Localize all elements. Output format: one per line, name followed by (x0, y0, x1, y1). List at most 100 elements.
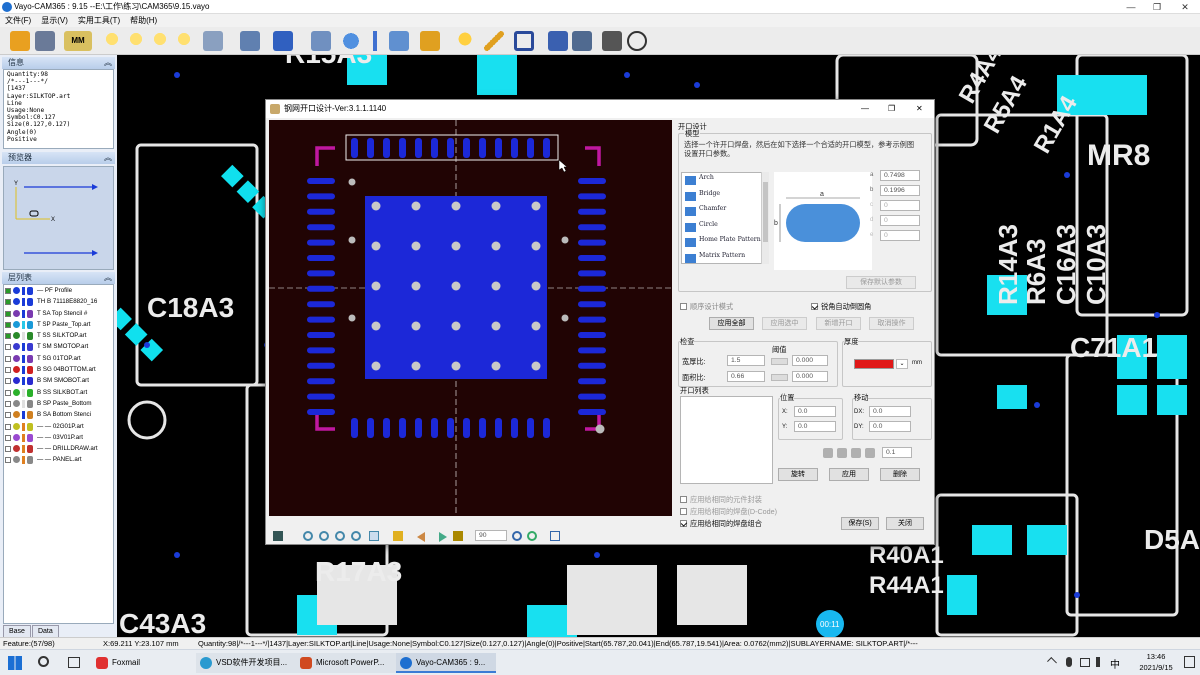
compass-icon[interactable] (627, 31, 647, 51)
rotate-right-icon[interactable] (527, 531, 537, 541)
model-list-scrollbar[interactable] (761, 172, 769, 264)
move-right-icon[interactable] (837, 448, 847, 458)
layer-visible-checkbox[interactable] (5, 367, 11, 374)
layer-color-swatch[interactable] (13, 411, 20, 419)
shape-icon[interactable] (389, 31, 409, 51)
menu-file[interactable]: 文件(F) (0, 14, 36, 27)
export-icon[interactable] (393, 531, 403, 541)
rotate-button[interactable]: 旋转 (778, 468, 818, 481)
tray-chevron-icon[interactable] (1047, 657, 1057, 667)
layer-row[interactable]: — PF Profile (4, 285, 113, 296)
ime-indicator[interactable]: 中 (1110, 656, 1120, 671)
layer-row[interactable]: T SP Paste_Top.art (4, 319, 113, 330)
prev-icon[interactable] (417, 532, 425, 542)
zoom-out-icon[interactable] (128, 31, 148, 51)
layer-visible-checkbox[interactable] (5, 321, 11, 328)
model-list[interactable]: Arch Bridge Chamfer Circle Home Plate Patter… (681, 172, 769, 264)
rotate-view-icon[interactable] (203, 31, 223, 51)
layer-visible-checkbox[interactable] (5, 400, 11, 407)
rotate-left-icon[interactable] (512, 531, 522, 541)
layer-row[interactable]: T SM SMOTOP.art (4, 341, 113, 352)
param-d-input[interactable]: 0 (880, 215, 920, 226)
search-icon[interactable] (38, 656, 49, 667)
save-icon[interactable] (35, 31, 55, 51)
move-down-icon[interactable] (865, 448, 875, 458)
layer-visible-checkbox[interactable] (5, 412, 11, 419)
highlight-icon[interactable] (455, 31, 475, 51)
notifications-icon[interactable] (1184, 656, 1195, 668)
area-threshold-slider[interactable] (771, 374, 788, 381)
apply-selected-button[interactable]: 应用选中 (762, 317, 807, 330)
layer-row[interactable]: — — 03V01P.art (4, 432, 113, 443)
stencil-icon[interactable] (548, 31, 568, 51)
layer-row[interactable]: T SG 01TOP.art (4, 353, 113, 364)
layer-visible-checkbox[interactable] (5, 434, 11, 441)
new-opening-button[interactable]: 新增开口 (816, 317, 861, 330)
layer-color-swatch[interactable] (13, 366, 20, 374)
grid-icon[interactable] (240, 31, 260, 51)
layer-visible-checkbox[interactable] (5, 389, 11, 396)
zoom-in-icon[interactable] (104, 31, 124, 51)
layers-icon[interactable] (273, 31, 293, 51)
binoculars-icon[interactable] (602, 31, 622, 51)
clock-time[interactable]: 13:46 (1134, 652, 1178, 661)
move-left-icon[interactable] (823, 448, 833, 458)
panel-toggle-icon[interactable] (550, 531, 560, 541)
mirror-icon[interactable] (453, 531, 463, 541)
close-button[interactable]: ✕ (1172, 0, 1198, 14)
line-icon[interactable] (365, 31, 385, 51)
layer-row[interactable]: B SM SMOBOT.art (4, 375, 113, 386)
param-e-input[interactable]: 0 (880, 230, 920, 241)
tools-icon[interactable] (572, 31, 592, 51)
layer-row[interactable]: — — DRILLDRAW.art (4, 443, 113, 454)
auto-round-checkbox[interactable] (811, 303, 818, 310)
unit-selector[interactable]: MM (64, 31, 92, 51)
dialog-close-button[interactable]: ✕ (916, 100, 923, 118)
layer-visible-checkbox[interactable] (5, 299, 11, 306)
pointer-tool-icon[interactable] (273, 531, 283, 541)
layer-row[interactable]: — — 02G01P.art (4, 421, 113, 432)
layer-color-swatch[interactable] (13, 377, 20, 385)
param-b-input[interactable]: 0.1996 (880, 185, 920, 196)
close-dialog-button[interactable]: 关闭 (886, 517, 924, 530)
layer-row[interactable]: T SA Top Stencil # (4, 308, 113, 319)
dialog-maximize-button[interactable]: ❐ (888, 100, 895, 118)
dialog-minimize-button[interactable]: — (861, 100, 869, 118)
model-item[interactable]: Arch (682, 173, 768, 189)
minimize-button[interactable]: — (1118, 0, 1144, 14)
maximize-button[interactable]: ❐ (1144, 0, 1170, 14)
area-ratio-input[interactable]: 0.66 (727, 371, 765, 382)
layer-row[interactable]: B SG 04BOTTOM.art (4, 364, 113, 375)
layer-visible-checkbox[interactable] (5, 355, 11, 362)
select-icon[interactable] (311, 31, 331, 51)
layer-color-swatch[interactable] (13, 332, 20, 340)
layer-color-swatch[interactable] (13, 399, 20, 407)
clock-date[interactable]: 2021/9/15 (1130, 663, 1182, 672)
layer-color-swatch[interactable] (13, 354, 20, 362)
move-up-icon[interactable] (851, 448, 861, 458)
start-icon[interactable] (8, 656, 22, 670)
menu-tools[interactable]: 实用工具(T) (73, 14, 125, 27)
apply-all-button[interactable]: 应用全部 (709, 317, 754, 330)
info-panel-header[interactable]: 信息 ︽ (2, 57, 115, 69)
microphone-icon[interactable] (1066, 657, 1072, 667)
pad-icon[interactable] (341, 31, 361, 51)
width-ratio-input[interactable]: 1.5 (727, 355, 765, 366)
apply-same-pad-group-checkbox[interactable] (680, 520, 687, 527)
layer-row[interactable]: B SP Paste_Bottom (4, 398, 113, 409)
layer-row[interactable]: T SS SILKTOP.art (4, 330, 113, 341)
layer-color-swatch[interactable] (13, 433, 20, 441)
area-threshold-input[interactable]: 0.000 (792, 371, 828, 382)
layer-color-swatch[interactable] (13, 422, 20, 430)
layer-row[interactable]: TH B 71118E8820_16 (4, 296, 113, 307)
cancel-operation-button[interactable]: 取消操作 (869, 317, 914, 330)
sequential-mode-checkbox[interactable] (680, 303, 687, 310)
frame-icon[interactable] (514, 31, 534, 51)
layer-visible-checkbox[interactable] (5, 457, 11, 464)
position-x-input[interactable]: 0.0 (794, 406, 836, 417)
layer-visible-checkbox[interactable] (5, 333, 11, 340)
menu-view[interactable]: 显示(V) (36, 14, 73, 27)
fit-page-icon[interactable] (369, 531, 379, 541)
zoom-fit-icon[interactable] (335, 531, 345, 541)
stencil-preview-canvas[interactable] (269, 120, 672, 516)
